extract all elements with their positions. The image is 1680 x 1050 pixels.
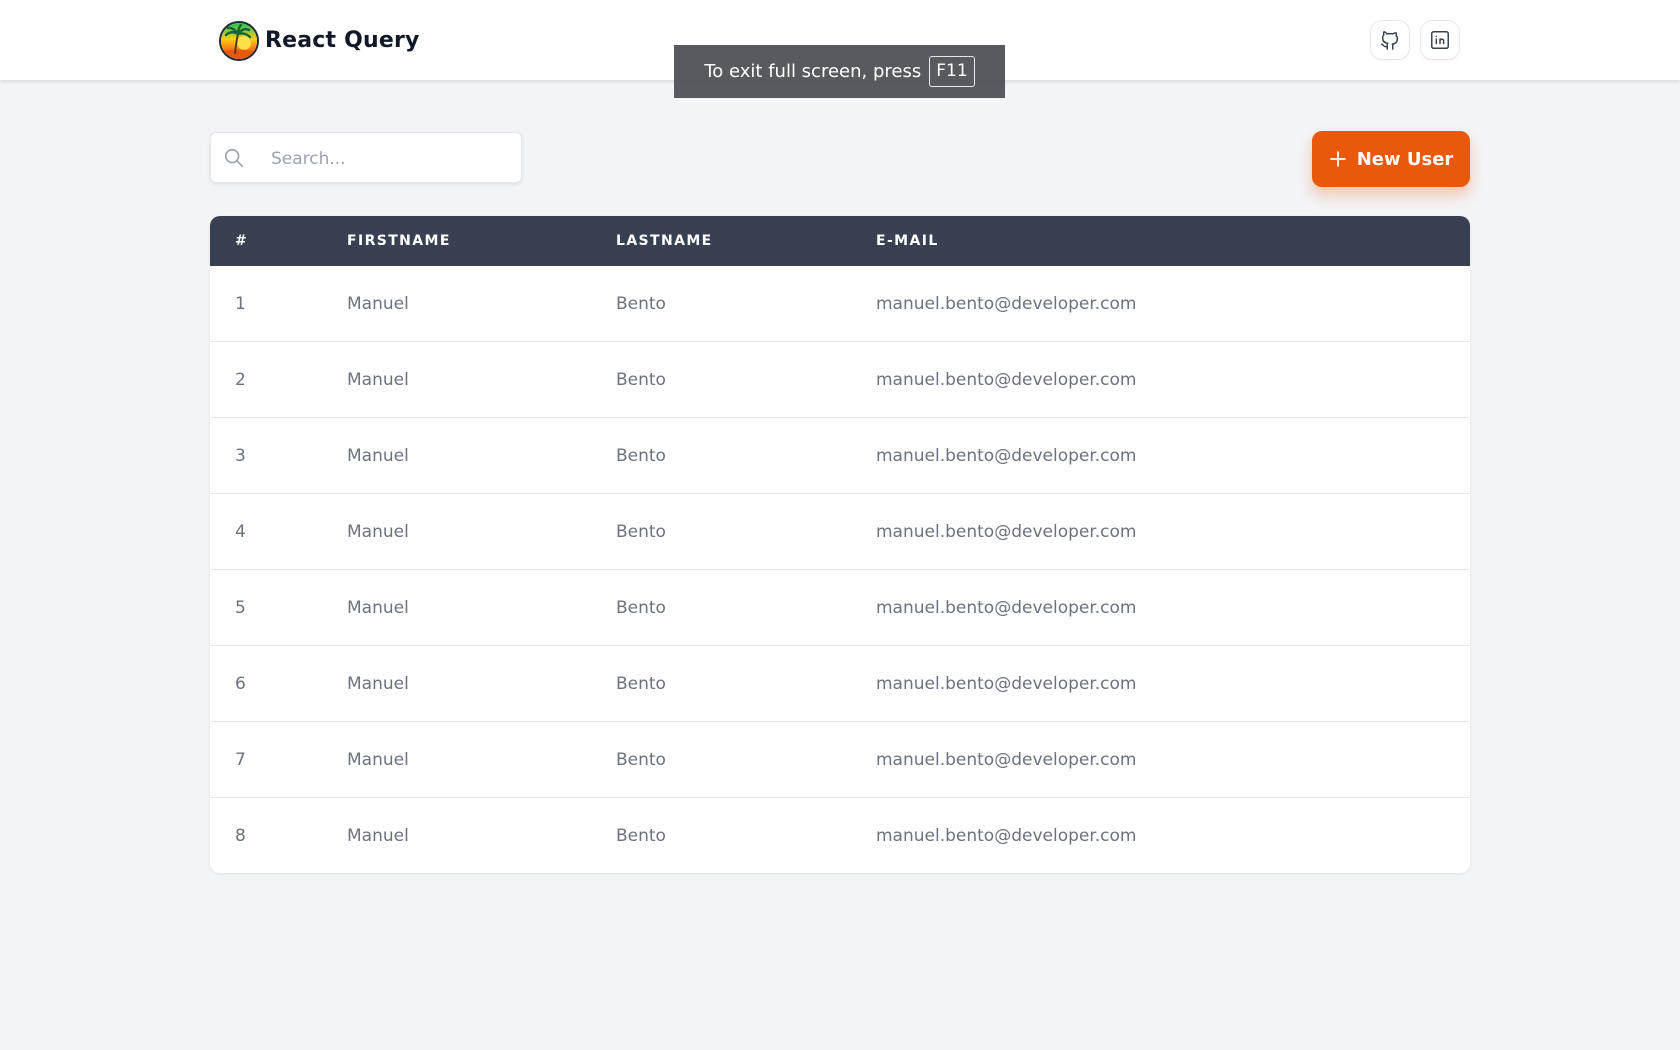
- column-header-email[interactable]: E-MAIL: [876, 216, 1470, 266]
- cell-email: manuel.bento@developer.com: [876, 721, 1470, 798]
- cell-id: 6: [210, 645, 347, 722]
- table-row[interactable]: 7 Manuel Bento manuel.bento@developer.co…: [210, 721, 1470, 798]
- column-header-firstname[interactable]: FIRSTNAME: [347, 216, 616, 266]
- cell-email: manuel.bento@developer.com: [876, 645, 1470, 722]
- column-header-id[interactable]: #: [210, 216, 347, 266]
- cell-id: 5: [210, 569, 347, 646]
- cell-lastname: Bento: [616, 293, 666, 314]
- github-icon: [1381, 31, 1399, 50]
- linkedin-link-button[interactable]: [1420, 20, 1460, 60]
- table-row[interactable]: 1 Manuel Bento manuel.bento@developer.co…: [210, 266, 1470, 342]
- plus-icon: [1329, 150, 1347, 168]
- search-icon: [223, 147, 245, 173]
- new-user-button[interactable]: New User: [1312, 131, 1470, 187]
- fullscreen-exit-notice: To exit full screen, press F11: [674, 45, 1005, 98]
- cell-firstname: Manuel: [347, 341, 616, 418]
- table-row[interactable]: 5 Manuel Bento manuel.bento@developer.co…: [210, 569, 1470, 646]
- users-table: # FIRSTNAME LASTNAME E-MAIL 1 Manuel Ben…: [210, 216, 1470, 873]
- cell-id: 2: [210, 341, 347, 418]
- cell-firstname: Manuel: [347, 293, 409, 314]
- new-user-label: New User: [1356, 148, 1454, 170]
- search-box[interactable]: [210, 132, 522, 183]
- github-link-button[interactable]: [1370, 20, 1410, 60]
- column-header-lastname[interactable]: LASTNAME: [616, 216, 876, 266]
- cell-email: manuel.bento@developer.com: [876, 569, 1470, 646]
- table-row[interactable]: 2 Manuel Bento manuel.bento@developer.co…: [210, 341, 1470, 418]
- brand[interactable]: React Query: [219, 20, 420, 61]
- app-title: React Query: [265, 28, 420, 53]
- cell-id: 3: [210, 417, 347, 494]
- table-row[interactable]: 8 Manuel Bento manuel.bento@developer.co…: [210, 797, 1470, 873]
- cell-email: manuel.bento@developer.com: [876, 493, 1470, 570]
- cell-email: manuel.bento@developer.com: [876, 293, 1137, 314]
- cell-firstname: Manuel: [347, 493, 616, 570]
- cell-lastname: Bento: [616, 721, 876, 798]
- cell-email: manuel.bento@developer.com: [876, 341, 1470, 418]
- cell-firstname: Manuel: [347, 569, 616, 646]
- cell-id: 4: [210, 493, 347, 570]
- cell-lastname: Bento: [616, 493, 876, 570]
- palm-tree-logo-icon: [219, 20, 259, 61]
- cell-firstname: Manuel: [347, 417, 616, 494]
- cell-id: 7: [210, 721, 347, 798]
- table-header-row: # FIRSTNAME LASTNAME E-MAIL: [210, 216, 1470, 266]
- table-row[interactable]: 6 Manuel Bento manuel.bento@developer.co…: [210, 645, 1470, 722]
- cell-id: 1: [235, 293, 246, 314]
- cell-lastname: Bento: [616, 797, 876, 873]
- cell-lastname: Bento: [616, 341, 876, 418]
- table-row[interactable]: 3 Manuel Bento manuel.bento@developer.co…: [210, 417, 1470, 494]
- users-table-card: # FIRSTNAME LASTNAME E-MAIL 1 Manuel Ben…: [210, 216, 1470, 873]
- cell-email: manuel.bento@developer.com: [876, 417, 1470, 494]
- cell-firstname: Manuel: [347, 645, 616, 722]
- cell-lastname: Bento: [616, 645, 876, 722]
- cell-firstname: Manuel: [347, 797, 616, 873]
- fullscreen-notice-key: F11: [929, 56, 975, 87]
- cell-firstname: Manuel: [347, 721, 616, 798]
- fullscreen-notice-text: To exit full screen, press: [704, 61, 922, 82]
- table-row[interactable]: 4 Manuel Bento manuel.bento@developer.co…: [210, 493, 1470, 570]
- cell-email: manuel.bento@developer.com: [876, 797, 1470, 873]
- search-input[interactable]: [269, 145, 513, 173]
- linkedin-icon: [1431, 31, 1449, 49]
- cell-lastname: Bento: [616, 417, 876, 494]
- cell-lastname: Bento: [616, 569, 876, 646]
- cell-id: 8: [210, 797, 347, 873]
